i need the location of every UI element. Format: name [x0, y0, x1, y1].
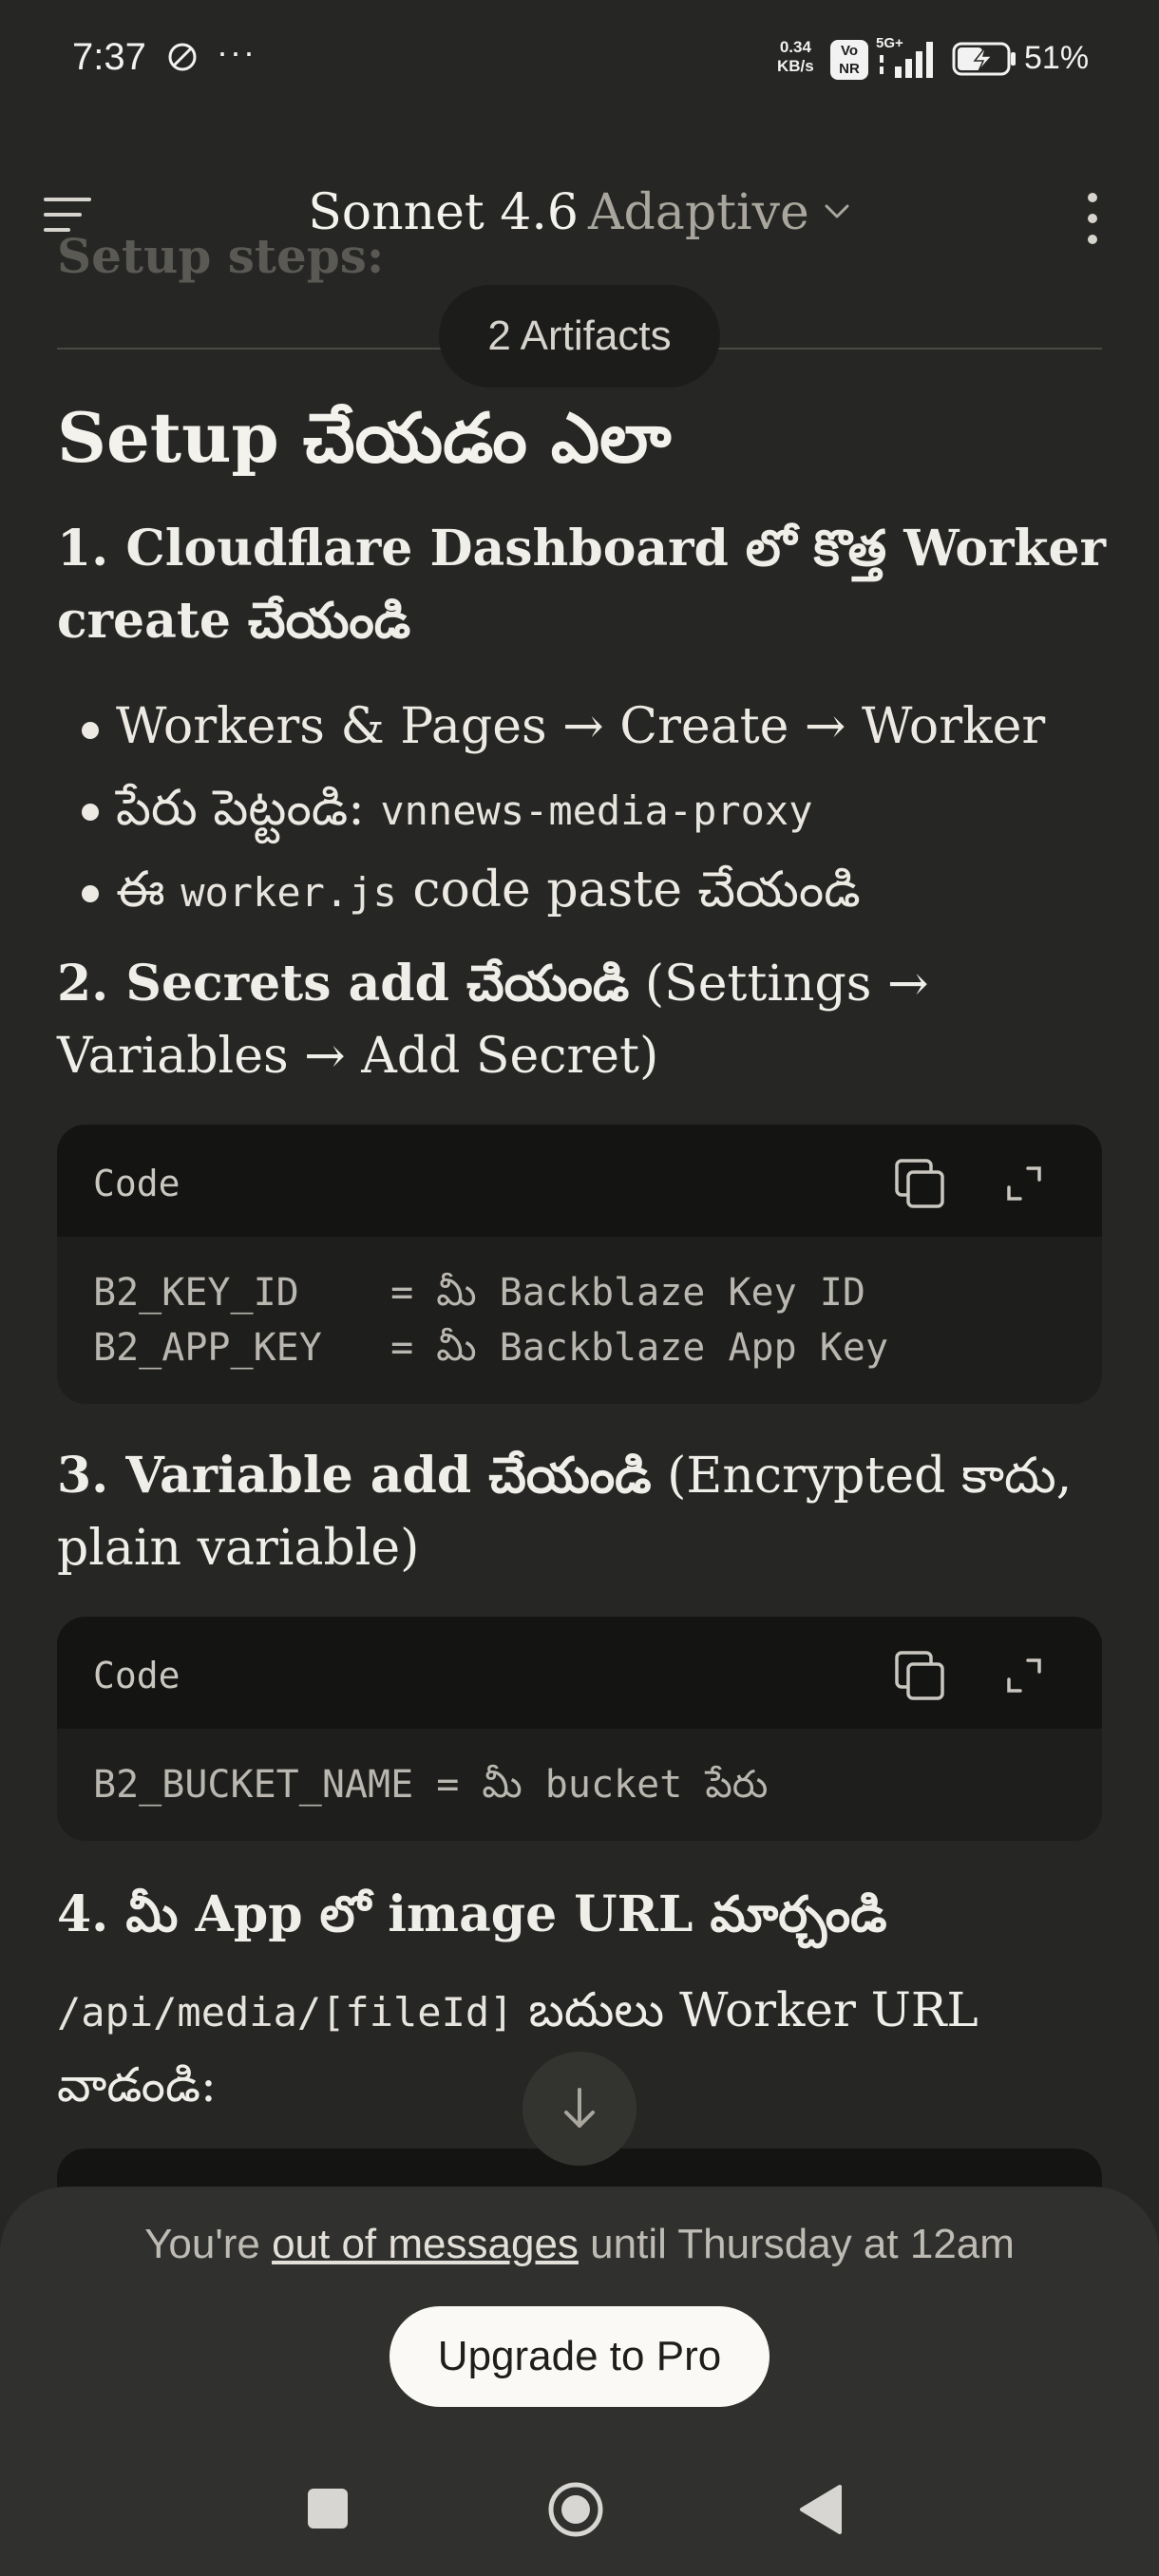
speed-unit: KB/s — [777, 57, 814, 75]
signal-icon: 5G+ — [876, 35, 933, 78]
model-selector[interactable]: Sonnet 4.6 Adaptive — [0, 184, 1159, 241]
inline-code: vnnews-media-proxy — [380, 787, 813, 834]
code-content: B2_KEY_ID = మీ Backblaze Key ID B2_APP_K… — [93, 1271, 889, 1370]
step-3-heading: 3. Variable add చేయండి (Encrypted కాదు, … — [57, 1440, 1112, 1584]
volte-bottom: NR — [839, 61, 860, 77]
code-header: Code — [57, 1617, 1102, 1729]
status-time: 7:37 — [72, 36, 146, 78]
step-1-heading: 1. Cloudflare Dashboard లో కొత్త Worker … — [57, 513, 1112, 657]
model-name: Sonnet 4.6 — [308, 184, 579, 241]
step-2-bold: 2. Secrets add చేయండి — [57, 955, 630, 1013]
list-item-text: Workers & Pages → Create → Worker — [116, 698, 1046, 755]
copy-icon[interactable] — [893, 1157, 946, 1210]
app-bar: Sonnet 4.6 Adaptive — [0, 161, 1159, 266]
inline-code: worker.js — [180, 869, 397, 916]
list-item-text: code paste చేయండి — [396, 862, 861, 919]
limit-prefix: You're — [144, 2221, 273, 2267]
recent-apps-icon[interactable] — [308, 2489, 348, 2529]
back-icon[interactable] — [798, 2483, 844, 2536]
inline-code: /api/media/[fileId] — [57, 1989, 514, 2036]
list-item: పేరు పెట్టండి: vnnews-media-proxy — [80, 767, 1045, 849]
code-block: Code B2_KEY_ID = మీ Backblaze Key ID B2_… — [57, 1125, 1102, 1404]
limit-suffix: until Thursday at 12am — [578, 2221, 1015, 2267]
code-label: Code — [93, 1163, 180, 1204]
out-of-messages-link[interactable]: out of messages — [272, 2221, 579, 2267]
step-2-heading: 2. Secrets add చేయండి (Settings → Variab… — [57, 948, 1112, 1092]
expand-icon[interactable] — [999, 1651, 1049, 1700]
list-item-text: పేరు పెట్టండి: — [116, 780, 381, 837]
network-type: 5G+ — [876, 35, 903, 51]
speed-value: 0.34 — [779, 38, 811, 56]
more-vert-icon[interactable] — [1074, 190, 1112, 247]
list-item: ఈ worker.js code paste చేయండి — [80, 849, 1045, 931]
status-bar: 7:37 ··· 0.34 KB/s Vo NR 5G+ 51% — [0, 0, 1159, 114]
artifacts-button[interactable]: 2 Artifacts — [439, 285, 720, 388]
arrow-down-icon[interactable] — [522, 2052, 636, 2166]
network-speed: 0.34 KB/s — [777, 38, 814, 76]
screen: 7:37 ··· 0.34 KB/s Vo NR 5G+ 51% Setup s… — [0, 0, 1159, 2576]
list-item: Workers & Pages → Create → Worker — [80, 686, 1045, 767]
do-not-disturb-icon — [168, 43, 197, 71]
code-content: B2_BUCKET_NAME = మీ bucket పేరు — [93, 1763, 769, 1807]
home-icon[interactable] — [547, 2481, 604, 2538]
code-block: Code B2_BUCKET_NAME = మీ bucket పేరు — [57, 1617, 1102, 1841]
volte-top: Vo — [840, 43, 859, 59]
step-1-text: 1. Cloudflare Dashboard లో కొత్త Worker … — [57, 520, 1106, 650]
expand-icon[interactable] — [999, 1159, 1049, 1208]
battery-percent: 51% — [1024, 40, 1090, 76]
volte-icon: Vo NR — [830, 40, 868, 80]
step-1-list: Workers & Pages → Create → Worker పేరు ప… — [80, 686, 1045, 931]
model-mode: Adaptive — [588, 184, 809, 241]
code-header: Code — [57, 1125, 1102, 1237]
battery-charging-icon — [952, 42, 1016, 76]
limit-message: You're out of messages until Thursday at… — [0, 2221, 1159, 2268]
step-4-text: 4. మీ App లో image URL మార్చండి — [57, 1885, 887, 1943]
list-item-prefix: ఈ — [116, 862, 181, 919]
step-3-bold: 3. Variable add చేయండి — [57, 1447, 652, 1505]
section-heading: Setup చేయడం ఎలా — [57, 397, 672, 478]
step-4-heading: 4. మీ App లో image URL మార్చండి — [57, 1879, 1112, 1951]
upgrade-button[interactable]: Upgrade to Pro — [390, 2306, 770, 2407]
chevron-down-icon — [825, 204, 849, 218]
code-label: Code — [93, 1655, 180, 1696]
status-more-icon: ··· — [217, 32, 256, 71]
copy-icon[interactable] — [893, 1649, 946, 1702]
